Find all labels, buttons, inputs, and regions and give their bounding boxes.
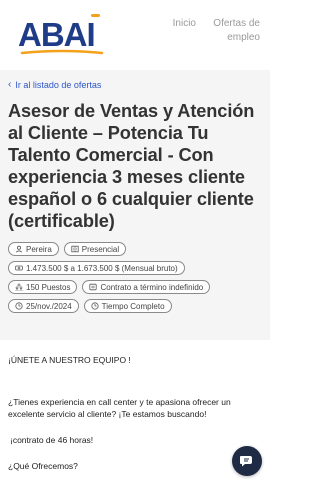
location-icon: [15, 245, 23, 253]
chevron-left-icon: ‹: [8, 79, 12, 90]
location-value: Pereira: [26, 244, 52, 254]
abai-logo[interactable]: ABAI: [18, 12, 112, 58]
chat-icon: [240, 456, 252, 467]
clock-icon: [91, 302, 99, 310]
salary-chip: 1.473.500 $ a 1.673.500 $ (Mensual bruto…: [8, 261, 185, 275]
date-value: 25/nov./2024: [26, 301, 72, 311]
money-icon: [15, 265, 23, 271]
job-header: ‹ Ir al listado de ofertas Asesor de Ven…: [0, 70, 270, 340]
job-description: ¡ÚNETE A NUESTRO EQUIPO ! ¿Tienes experi…: [0, 340, 270, 480]
schedule-value: Tiempo Completo: [101, 301, 165, 311]
job-attributes: Pereira Presencial 1.473.500 $ a 1.673.5…: [8, 242, 262, 313]
modality-chip: Presencial: [63, 242, 127, 256]
date-chip: 25/nov./2024: [8, 299, 79, 313]
back-to-list-link[interactable]: ‹ Ir al listado de ofertas: [8, 79, 262, 91]
salary-value: 1.473.500 $ a 1.673.500 $ (Mensual bruto…: [26, 263, 178, 273]
document-icon: [89, 283, 98, 291]
description-paragraph: ¡ÚNETE A NUESTRO EQUIPO !: [8, 355, 131, 365]
nav-inicio[interactable]: Inicio: [173, 17, 196, 31]
nav-ofertas-empleo[interactable]: Ofertas de empleo: [210, 17, 260, 45]
clock-icon: [15, 302, 23, 310]
description-paragraph: ¿Qué Ofrecemos?: [8, 461, 78, 471]
modality-value: Presencial: [81, 244, 120, 254]
positions-chip: 150 Puestos: [8, 280, 78, 294]
logo-swoosh: [20, 49, 104, 55]
location-chip: Pereira: [8, 242, 59, 256]
description-paragraph: ¡contrato de 46 horas!: [10, 435, 94, 445]
contract-value: Contrato a término indefinido: [100, 282, 204, 292]
logo-accent: [91, 14, 100, 17]
building-icon: [71, 245, 79, 253]
contract-chip: Contrato a término indefinido: [82, 280, 211, 294]
logo-text: ABAI: [18, 16, 96, 53]
site-header: ABAI Inicio Ofertas de empleo: [0, 0, 270, 70]
job-title: Asesor de Ventas y Atención al Cliente –…: [8, 101, 255, 231]
schedule-chip: Tiempo Completo: [83, 299, 172, 313]
positions-value: 150 Puestos: [26, 282, 71, 292]
chat-button[interactable]: [232, 446, 262, 476]
back-link-label: Ir al listado de ofertas: [15, 80, 102, 90]
description-paragraph: ¿Tienes experiencia en call center y te …: [8, 397, 231, 419]
main-nav: Inicio Ofertas de empleo: [173, 17, 260, 45]
people-icon: [15, 283, 23, 291]
